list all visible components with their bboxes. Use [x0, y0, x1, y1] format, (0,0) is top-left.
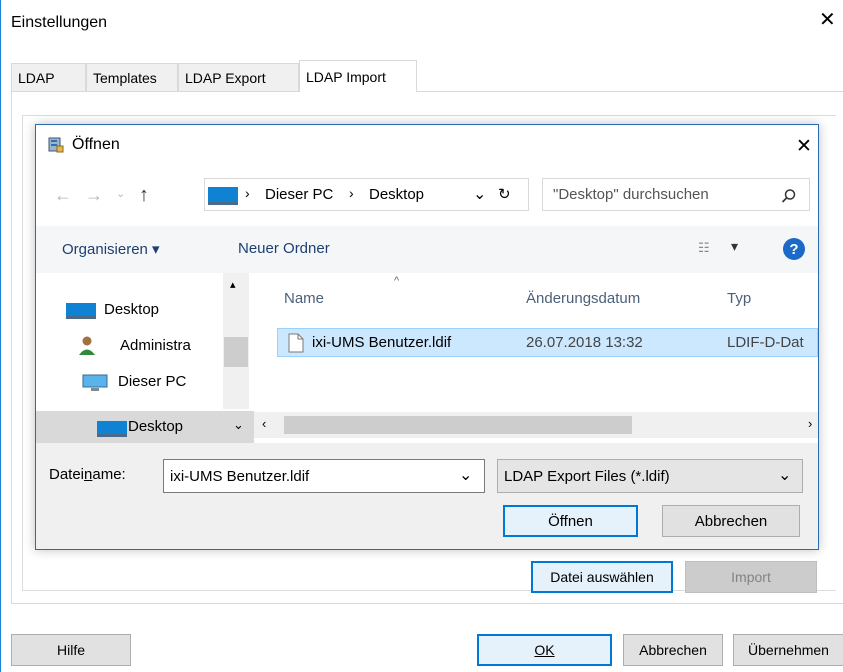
apply-button[interactable]: Übernehmen	[733, 634, 843, 666]
filter-dropdown-icon[interactable]: ⌄	[778, 465, 791, 485]
breadcrumb-this-pc[interactable]: Dieser PC	[265, 186, 333, 203]
filename-dropdown-icon[interactable]: ⌄	[459, 465, 472, 485]
address-dropdown-icon[interactable]: ⌄	[473, 184, 486, 204]
nav-item-administrator[interactable]: Administra	[66, 335, 246, 357]
forward-arrow-icon[interactable]: →	[85, 185, 103, 206]
dialog-close-icon[interactable]: ✕	[796, 135, 812, 158]
ok-button[interactable]: OK	[477, 634, 612, 666]
dialog-app-icon	[48, 137, 64, 153]
tab-ldap-export[interactable]: LDAP Export	[178, 63, 299, 91]
filename-label-post: ame:	[92, 466, 126, 483]
nav-item-label: Desktop	[128, 418, 184, 435]
desktop-icon	[66, 303, 96, 319]
column-header-name[interactable]: Name	[284, 290, 324, 307]
dialog-cancel-button[interactable]: Abbrechen	[662, 505, 800, 537]
file-type-filter[interactable]: LDAP Export Files (*.ldif) ⌄	[497, 459, 803, 493]
file-list: ^ Name Änderungsdatum Typ ixi-UMS Benutz…	[254, 273, 818, 443]
view-dropdown-icon[interactable]: ▾	[731, 238, 738, 255]
breadcrumb-desktop[interactable]: Desktop	[369, 186, 424, 203]
column-header-date[interactable]: Änderungsdatum	[526, 290, 640, 307]
search-icon[interactable]	[781, 188, 797, 204]
help-button[interactable]: Hilfe	[11, 634, 131, 666]
view-options-icon[interactable]: ☷	[698, 240, 710, 256]
address-bar[interactable]: › Dieser PC › Desktop ⌄ ↻	[204, 178, 529, 211]
new-folder-button[interactable]: Neuer Ordner	[238, 240, 330, 257]
file-date: 26.07.2018 13:32	[526, 334, 643, 351]
close-icon[interactable]: ✕	[819, 10, 836, 30]
nav-item-label: Dieser PC	[118, 373, 187, 390]
filename-label: Dateiname:	[49, 466, 126, 483]
recent-chevron-icon[interactable]: ⌄	[116, 187, 125, 200]
dialog-footer: Dateiname: ixi-UMS Benutzer.ldif ⌄ LDAP …	[36, 443, 818, 549]
nav-pane: Desktop Administra Dieser PC Desktop ⌄	[36, 273, 254, 443]
open-label: Öffnen	[548, 512, 593, 530]
nav-scrollbar[interactable]: ▴	[223, 273, 249, 409]
search-placeholder: "Desktop" durchsuchen	[553, 186, 709, 203]
desktop-icon	[208, 187, 238, 205]
scroll-left-icon[interactable]: ‹	[262, 416, 266, 431]
outer-cancel-button[interactable]: Abbrechen	[623, 634, 723, 666]
sort-indicator-icon: ^	[394, 275, 400, 287]
open-button[interactable]: Öffnen	[503, 505, 638, 537]
horizontal-scrollbar[interactable]: ‹ ›	[254, 412, 818, 438]
back-arrow-icon[interactable]: ←	[54, 185, 72, 206]
desktop-icon	[97, 421, 127, 437]
open-dialog: Öffnen ✕ ← → ⌄ ↑ › Dieser PC › Desktop ⌄…	[35, 124, 819, 550]
nav-item-label: Administra	[120, 337, 191, 354]
tab-ldap-import[interactable]: LDAP Import	[299, 60, 417, 92]
nav-item-label: Desktop	[104, 301, 160, 318]
tab-ldap[interactable]: LDAP	[11, 63, 86, 91]
command-bar: Organisieren ▾ Neuer Ordner ☷ ▾ ?	[36, 226, 818, 273]
search-input[interactable]: "Desktop" durchsuchen	[542, 178, 810, 211]
select-file-button[interactable]: Datei auswählen	[531, 561, 673, 593]
scroll-up-icon[interactable]: ▴	[230, 278, 236, 291]
nav-item-desktop-selected[interactable]: Desktop ⌄	[36, 411, 254, 443]
breadcrumb-separator-icon: ›	[245, 185, 250, 201]
help-icon[interactable]: ?	[783, 238, 805, 260]
settings-title: Einstellungen	[11, 14, 108, 31]
filename-value: ixi-UMS Benutzer.ldif	[170, 467, 310, 485]
ok-label: OK	[534, 642, 555, 658]
breadcrumb-separator-icon: ›	[349, 185, 354, 201]
column-header-type[interactable]: Typ	[727, 290, 751, 307]
filename-field[interactable]: ixi-UMS Benutzer.ldif ⌄	[163, 459, 485, 493]
dialog-title: Öffnen	[72, 136, 120, 153]
tab-templates[interactable]: Templates	[86, 63, 178, 91]
file-type: LDIF-D-Dat	[727, 334, 804, 351]
file-name: ixi-UMS Benutzer.ldif	[312, 334, 452, 351]
filter-value: LDAP Export Files (*.ldif)	[504, 467, 670, 485]
file-row[interactable]: ixi-UMS Benutzer.ldif 26.07.2018 13:32 L…	[277, 328, 818, 357]
pc-icon	[82, 374, 108, 392]
organize-button[interactable]: Organisieren ▾	[62, 240, 160, 258]
nav-item-desktop[interactable]: Desktop	[66, 299, 216, 321]
file-icon	[288, 333, 304, 353]
user-icon	[78, 335, 96, 355]
up-arrow-icon[interactable]: ↑	[139, 184, 149, 207]
scroll-right-icon[interactable]: ›	[808, 416, 812, 431]
expand-chevron-icon[interactable]: ⌄	[233, 417, 244, 433]
refresh-icon[interactable]: ↻	[498, 185, 511, 203]
filename-label-pre: Datei	[49, 466, 85, 483]
import-button[interactable]: Import	[685, 561, 817, 593]
nav-scrollbar-thumb[interactable]	[224, 337, 248, 367]
nav-item-this-pc[interactable]: Dieser PC	[82, 372, 242, 394]
horizontal-scrollbar-thumb[interactable]	[284, 416, 632, 434]
